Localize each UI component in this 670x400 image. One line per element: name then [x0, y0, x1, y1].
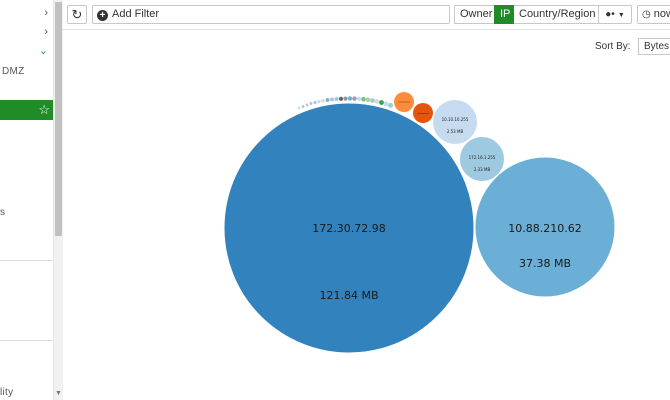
bubble-ip-2-address: 10.88.210.62 — [508, 222, 581, 235]
caret-down-icon: ▼ — [617, 12, 625, 19]
time-range-label: now — [653, 8, 670, 20]
bubble-ip-1-address: 172.30.72.98 — [312, 222, 385, 235]
sort-by-select[interactable]: Bytes — [638, 38, 670, 55]
tab-owner[interactable]: Owner — [454, 5, 498, 24]
clock-icon: ◷ — [642, 9, 651, 20]
bubble-ip-3-bytes: 2.53 MB — [447, 129, 464, 134]
app-root: › › ⌄ DMZ ☆ s lity ▼ 10.10.10.255 2.53 M… — [0, 0, 670, 400]
bubble-chart: 10.10.10.255 2.53 MB 172.16.1.255 2.33 M… — [223, 92, 616, 354]
refresh-icon: ↻ — [71, 7, 83, 22]
view-options-button[interactable]: ●• ▼ — [598, 5, 632, 24]
tab-country-region[interactable]: Country/Region — [514, 5, 602, 24]
bubble-ip-2-bytes: 37.38 MB — [519, 257, 571, 270]
bubble-ip-3-address: 10.10.10.255 — [442, 117, 469, 122]
sort-by-label: Sort By: — [595, 41, 631, 52]
time-range-button[interactable]: ◷ now — [637, 5, 670, 24]
add-filter-label: Add Filter — [112, 8, 160, 20]
add-filter-input[interactable]: + Add Filter — [92, 5, 450, 24]
bubble-ip-3[interactable] — [432, 99, 478, 145]
bubble-ip-1-bytes: 121.84 MB — [319, 289, 378, 302]
bubble-ip-4-bytes: 2.33 MB — [474, 167, 491, 172]
bubble-orange-dark[interactable] — [413, 103, 433, 123]
toolbar: ↻ + Add Filter Owner IP Country/Region ●•… — [63, 0, 670, 30]
refresh-button[interactable]: ↻ — [67, 5, 87, 24]
bubble-chart-icon: ●• — [605, 9, 615, 20]
plus-circle-icon: + — [97, 10, 108, 21]
bubble-ip-4-address: 172.16.1.255 — [469, 155, 496, 160]
